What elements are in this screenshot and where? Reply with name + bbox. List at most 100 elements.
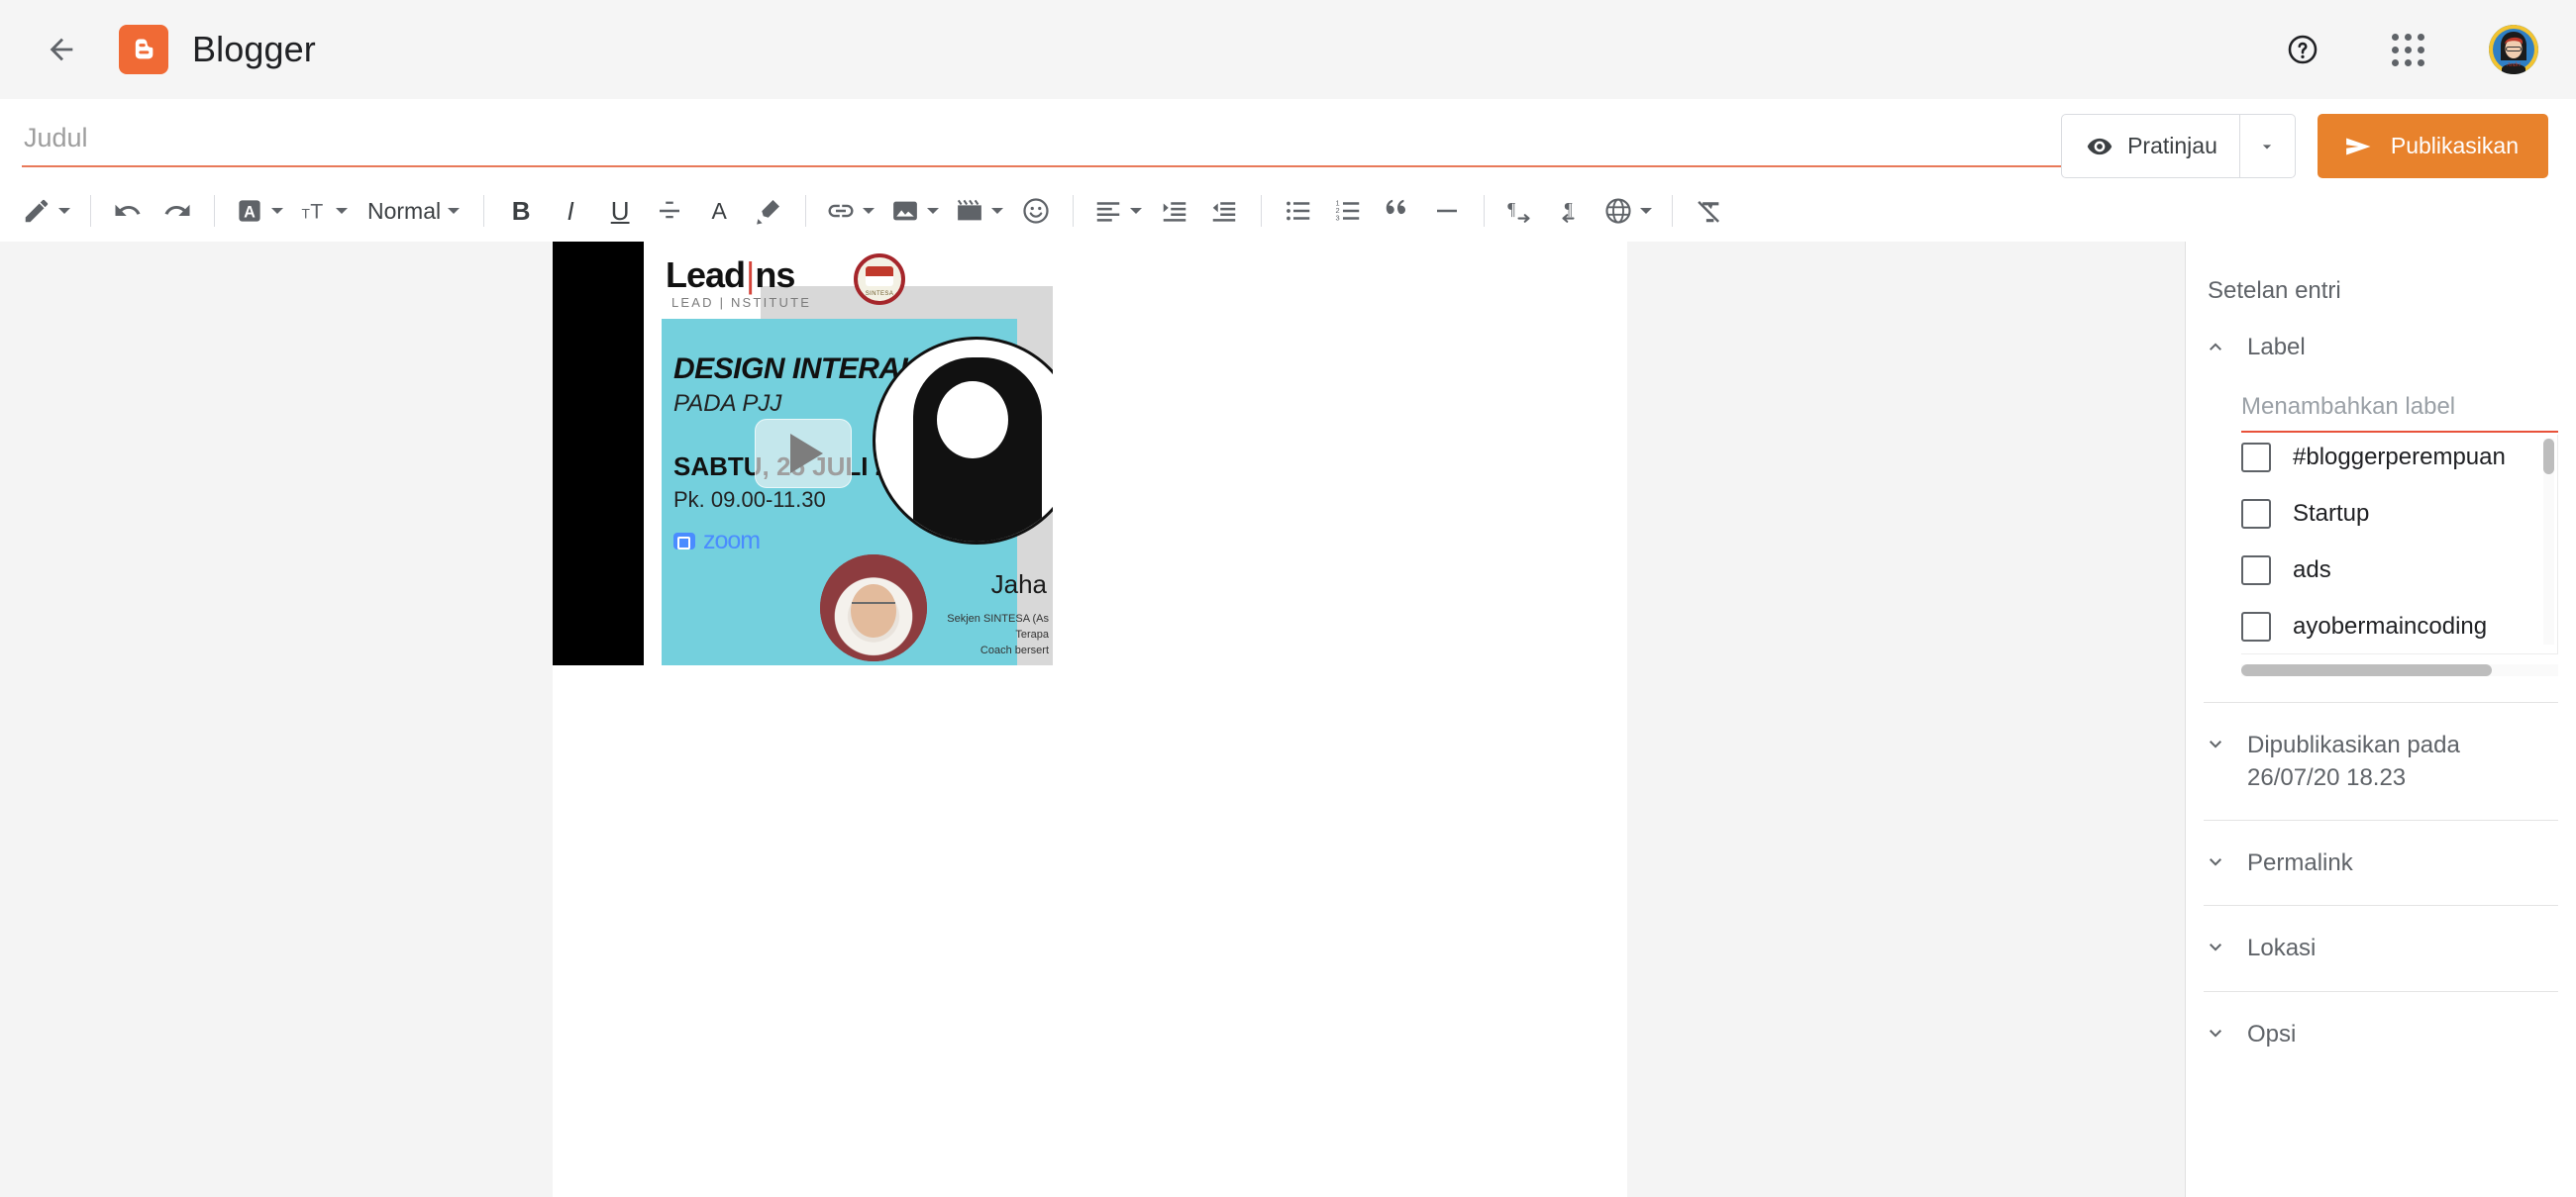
toolbar-strikethrough-button[interactable] <box>645 185 694 237</box>
sidebar-section-location[interactable]: Lokasi <box>2186 906 2576 990</box>
toolbar-indent-increase-button[interactable] <box>1150 185 1199 237</box>
toolbar-underline-button[interactable]: U <box>595 185 645 237</box>
toolbar-undo-button[interactable] <box>103 185 153 237</box>
label-checkbox[interactable] <box>2241 499 2271 530</box>
eye-icon <box>2087 138 2112 154</box>
editor-region: Lead|ns LEAD | NSTITUTE SINTESA DESIGN I… <box>0 242 2185 1197</box>
chevron-down-icon <box>2263 144 2272 149</box>
preview-button[interactable]: Pratinjau <box>2062 115 2239 177</box>
toolbar-separator <box>90 195 91 227</box>
avatar[interactable]: Andri <box>2489 25 2538 74</box>
label-list-item[interactable]: ayobermaincoding <box>2241 610 2557 644</box>
label-list-item[interactable]: Startup <box>2241 497 2557 531</box>
toolbar-align-button[interactable] <box>1085 185 1150 237</box>
label-list-horizontal-scrollbar[interactable] <box>2241 664 2558 677</box>
clear-formatting-icon <box>1698 201 1720 223</box>
toolbar-translate-button[interactable] <box>1596 185 1660 237</box>
post-canvas[interactable]: Lead|ns LEAD | NSTITUTE SINTESA DESIGN I… <box>553 242 1627 1197</box>
back-button[interactable] <box>34 22 89 77</box>
toolbar-emoji-button[interactable] <box>1011 185 1061 237</box>
toolbar-italic-button[interactable]: I <box>546 185 595 237</box>
help-button[interactable] <box>2279 26 2326 73</box>
scrollbar-thumb[interactable] <box>2241 664 2492 677</box>
label-list-item[interactable]: ads <box>2241 553 2557 587</box>
lead-institute-logo: Lead|ns <box>666 254 795 295</box>
label-checkbox[interactable] <box>2241 443 2271 473</box>
toolbar-separator <box>214 195 215 227</box>
logo-divider-bar: | <box>746 254 755 295</box>
toolbar-clear-formatting-button[interactable] <box>1685 185 1734 237</box>
toolbar-paragraph-style-button[interactable]: Normal <box>356 185 471 237</box>
link-icon <box>828 204 854 218</box>
chevron-down-icon <box>1640 208 1653 214</box>
label-checkbox[interactable] <box>2241 555 2271 586</box>
toolbar-numbered-list-button[interactable]: 123 <box>1323 185 1373 237</box>
toolbar-redo-button[interactable] <box>153 185 202 237</box>
rtl-direction-icon: ¶ <box>1562 199 1575 223</box>
label-list-item[interactable]: #bloggerperempuan <box>2241 441 2557 474</box>
chevron-down-icon <box>991 208 1004 214</box>
lead-institute-subtitle: LEAD | NSTITUTE <box>671 295 812 310</box>
speaker-role-line-1: Sekjen SINTESA (As <box>947 613 1049 626</box>
sidebar-section-options[interactable]: Opsi <box>2186 992 2576 1076</box>
redo-icon <box>164 204 190 216</box>
sidebar-section-published-on[interactable]: Dipublikasikan pada 26/07/20 18.23 <box>2186 703 2576 820</box>
apps-button[interactable] <box>2384 26 2431 73</box>
video-play-button[interactable] <box>754 419 852 488</box>
toolbar-separator <box>483 195 485 227</box>
toolbar-horizontal-rule-button[interactable] <box>1422 185 1472 237</box>
entry-settings-sidebar: Setelan entri Label #bloggerperempuan Sta… <box>2185 242 2576 1197</box>
chevron-down-icon <box>1130 208 1143 214</box>
highlight-icon <box>757 200 780 225</box>
label-list-vertical-scrollbar[interactable] <box>2543 439 2554 646</box>
label-input-box: #bloggerperempuan Startup ads ayobermaincod… <box>2186 389 2576 655</box>
toolbar-highlight-button[interactable] <box>744 185 793 237</box>
sidebar-heading: Setelan entri <box>2208 277 2341 304</box>
chevron-down-icon <box>336 208 348 214</box>
title-field-wrapper <box>0 117 2185 167</box>
toolbar-video-button[interactable] <box>947 185 1011 237</box>
play-button-icon <box>789 434 823 473</box>
arrow-left-icon <box>50 38 73 61</box>
sidebar-section-permalink[interactable]: Permalink <box>2186 821 2576 905</box>
toolbar-quote-button[interactable] <box>1373 185 1422 237</box>
toolbar-font-size-button[interactable]: TT <box>291 185 356 237</box>
strikethrough-icon <box>660 201 680 219</box>
label-item-text: #bloggerperempuan <box>2293 444 2506 471</box>
preview-dropdown-button[interactable] <box>2238 115 2295 177</box>
bullet-list-icon <box>1287 201 1310 221</box>
logo-word-1: Lead <box>666 254 746 295</box>
toolbar-ltr-direction-button[interactable]: ¶ <box>1496 185 1546 237</box>
italic-icon: I <box>567 195 574 226</box>
embedded-video[interactable]: Lead|ns LEAD | NSTITUTE SINTESA DESIGN I… <box>553 242 1053 665</box>
label-checkbox[interactable] <box>2241 612 2271 643</box>
video-icon <box>958 199 981 221</box>
logo-word-2: ns <box>755 254 795 295</box>
toolbar-font-family-button[interactable]: A <box>227 185 291 237</box>
toolbar-bold-button[interactable]: B <box>496 185 546 237</box>
toolbar-pen-button[interactable] <box>14 185 78 237</box>
toolbar-text-color-button[interactable]: A <box>694 185 744 237</box>
underline-icon: U <box>610 195 630 226</box>
sintesa-badge-name: SINTESA <box>865 291 894 297</box>
sidebar-section-label[interactable]: Label <box>2186 305 2576 389</box>
publish-label: Publikasikan <box>2390 133 2519 158</box>
chevron-down-icon <box>2204 733 2227 761</box>
chevron-down-icon <box>448 208 461 214</box>
post-title-input[interactable] <box>22 117 2163 167</box>
toolbar-separator <box>805 195 807 227</box>
toolbar-bullet-list-button[interactable] <box>1274 185 1323 237</box>
toolbar-rtl-direction-button[interactable]: ¶ <box>1546 185 1596 237</box>
toolbar-image-button[interactable] <box>882 185 947 237</box>
add-label-input[interactable] <box>2241 389 2558 434</box>
toolbar-separator <box>1073 195 1075 227</box>
toolbar-link-button[interactable] <box>818 185 882 237</box>
publish-button[interactable]: Publikasikan <box>2317 114 2548 178</box>
scrollbar-thumb[interactable] <box>2543 439 2554 475</box>
toolbar-separator <box>1484 195 1486 227</box>
sidebar-section-label: Lokasi <box>2247 935 2317 962</box>
toolbar-indent-decrease-button[interactable] <box>1199 185 1249 237</box>
speaker-photo <box>820 554 927 661</box>
speaker-photo-glasses <box>852 602 895 613</box>
editor-toolbar: A T T Normal B I U A 1 2 3 ¶ ¶ <box>0 180 2185 242</box>
